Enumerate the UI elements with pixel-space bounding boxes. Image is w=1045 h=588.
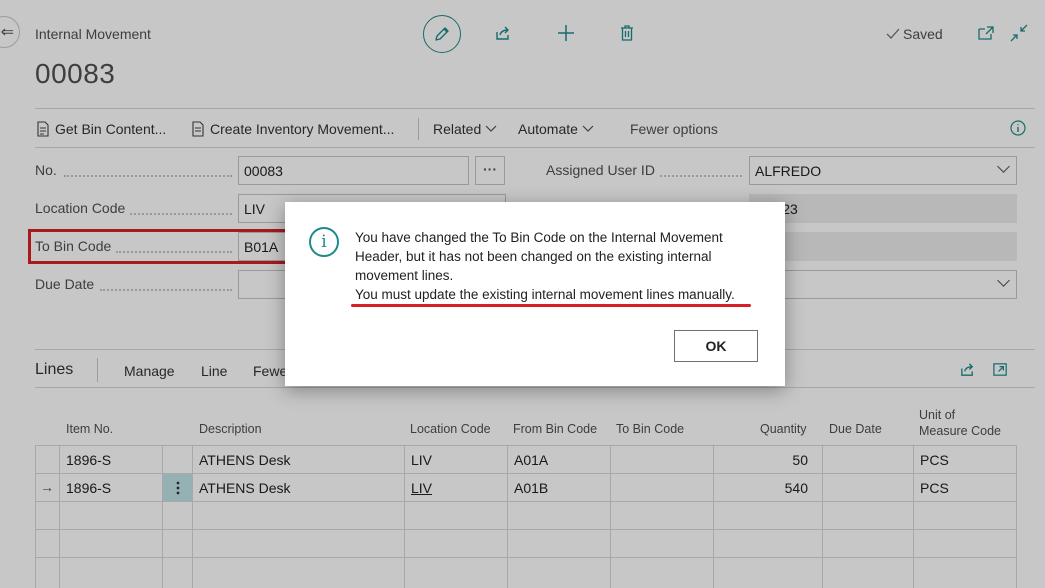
red-underline-annotation: [351, 304, 751, 307]
message-dialog: i You have changed the To Bin Code on th…: [285, 202, 785, 386]
dialog-line-3: movement lines.: [355, 268, 454, 283]
dialog-line-2: Header, but it has not been changed on t…: [355, 249, 712, 264]
internal-movement-page: ⇐ Internal Movement 00083 Saved Get Bin …: [0, 0, 1045, 588]
dialog-line-1: You have changed the To Bin Code on the …: [355, 230, 723, 245]
ok-button[interactable]: OK: [674, 330, 758, 362]
dialog-line-4: You must update the existing internal mo…: [355, 287, 735, 302]
info-icon: i: [309, 227, 339, 257]
dialog-message: You have changed the To Bin Code on the …: [355, 228, 765, 304]
